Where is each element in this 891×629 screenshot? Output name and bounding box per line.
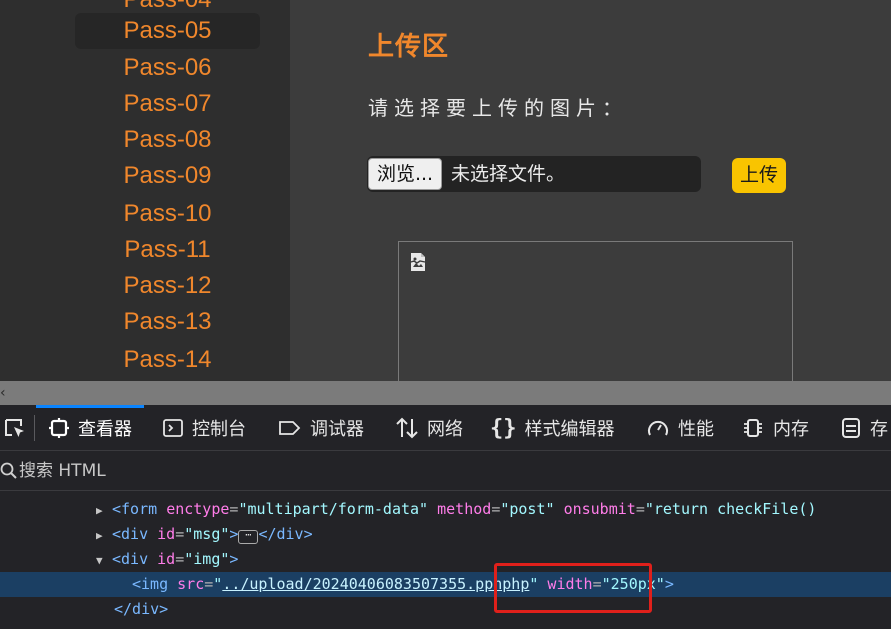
tab-label: 查看器 <box>78 419 132 440</box>
element-picker-icon <box>5 419 24 437</box>
level-sidebar: Pass-04 Pass-05 Pass-06 Pass-07 Pass-08 … <box>0 0 290 381</box>
tab-label: 内存 <box>773 419 809 440</box>
upload-prompt: 请选择要上传的图片： <box>368 96 628 120</box>
devtools-splitter[interactable]: ‹ <box>0 381 891 405</box>
collapsed-content-icon[interactable]: ⋯ <box>238 530 259 544</box>
sidebar-item-pass-07[interactable]: Pass-07 <box>75 86 260 122</box>
tree-node-div-img[interactable]: ▼ <div id="img"> <box>0 547 891 572</box>
tab-memory[interactable]: 内存 <box>741 405 809 451</box>
search-icon <box>0 462 17 479</box>
upload-area: 上传区 请选择要上传的图片： 浏览... 未选择文件。 上传 <box>290 0 891 381</box>
tab-label: 存 <box>870 419 888 440</box>
search-html-input[interactable] <box>19 457 879 485</box>
expand-arrow-icon[interactable]: ▶ <box>96 498 112 523</box>
broken-image-icon <box>410 253 426 271</box>
browse-button[interactable]: 浏览... <box>368 158 442 190</box>
tab-debugger[interactable]: 调试器 <box>278 405 364 451</box>
sidebar-item-pass-14[interactable]: Pass-14 <box>75 342 260 378</box>
tab-storage[interactable]: 存 <box>840 405 888 451</box>
sidebar-item-pass-10[interactable]: Pass-10 <box>75 196 260 232</box>
network-icon <box>396 417 418 439</box>
tree-node-form[interactable]: ▶ <form enctype="multipart/form-data" met… <box>0 497 891 522</box>
markup-tree: ▶ <form enctype="multipart/form-data" met… <box>0 491 891 629</box>
tree-node-close-div[interactable]: </div> <box>0 597 891 622</box>
sidebar-item-pass-11[interactable]: Pass-11 <box>75 232 260 268</box>
performance-icon <box>648 420 668 436</box>
tab-label: 网络 <box>427 419 463 440</box>
uploaded-image-frame <box>398 241 793 381</box>
tab-performance[interactable]: 性能 <box>646 405 714 451</box>
inspector-icon <box>49 418 69 438</box>
collapse-arrow-icon[interactable]: ▼ <box>96 548 112 573</box>
img-src-link[interactable]: ../upload/20240406083507355.pphphp <box>222 575 529 593</box>
splitter-grip-icon: ‹ <box>0 385 6 401</box>
tree-node-img-selected[interactable]: <img src="../upload/20240406083507355.pp… <box>0 572 891 597</box>
style-editor-icon: {} <box>490 415 517 441</box>
tab-console[interactable]: 控制台 <box>162 405 246 451</box>
sidebar-item-pass-05[interactable]: Pass-05 <box>75 13 260 49</box>
web-page: Pass-04 Pass-05 Pass-06 Pass-07 Pass-08 … <box>0 0 891 381</box>
sidebar-item-pass-12[interactable]: Pass-12 <box>75 268 260 304</box>
tree-node-div-msg[interactable]: ▶ <div id="msg"> ⋯ </div> <box>0 522 891 547</box>
sidebar-item-pass-06[interactable]: Pass-06 <box>75 50 260 86</box>
memory-icon <box>744 419 762 437</box>
sidebar-item-pass-09[interactable]: Pass-09 <box>75 158 260 194</box>
tab-inspector[interactable]: 查看器 <box>36 405 144 451</box>
sidebar-item-pass-13[interactable]: Pass-13 <box>75 304 260 340</box>
tab-network[interactable]: 网络 <box>395 405 463 451</box>
tab-label: 性能 <box>678 419 714 440</box>
tab-label: 样式编辑器 <box>524 419 615 440</box>
element-picker-button[interactable] <box>0 405 30 451</box>
devtools-toolbar: 查看器 控制台 调试器 网络 {} 样式编辑器 性能 内存 存 <box>0 405 891 451</box>
html-search-bar <box>0 451 891 491</box>
console-icon <box>163 419 183 437</box>
tab-label: 调试器 <box>310 419 364 440</box>
toolbar-separator <box>34 415 35 441</box>
file-input[interactable]: 浏览... 未选择文件。 <box>367 156 701 192</box>
sidebar-item-pass-08[interactable]: Pass-08 <box>75 122 260 158</box>
file-status-text: 未选择文件。 <box>451 163 566 185</box>
storage-icon <box>842 418 860 438</box>
expand-arrow-icon[interactable]: ▶ <box>96 523 112 548</box>
upload-button[interactable]: 上传 <box>732 158 786 193</box>
upload-title: 上传区 <box>368 32 450 62</box>
debugger-icon <box>279 421 301 435</box>
tab-style-editor[interactable]: {} 样式编辑器 <box>490 405 615 451</box>
tab-label: 控制台 <box>192 419 246 440</box>
